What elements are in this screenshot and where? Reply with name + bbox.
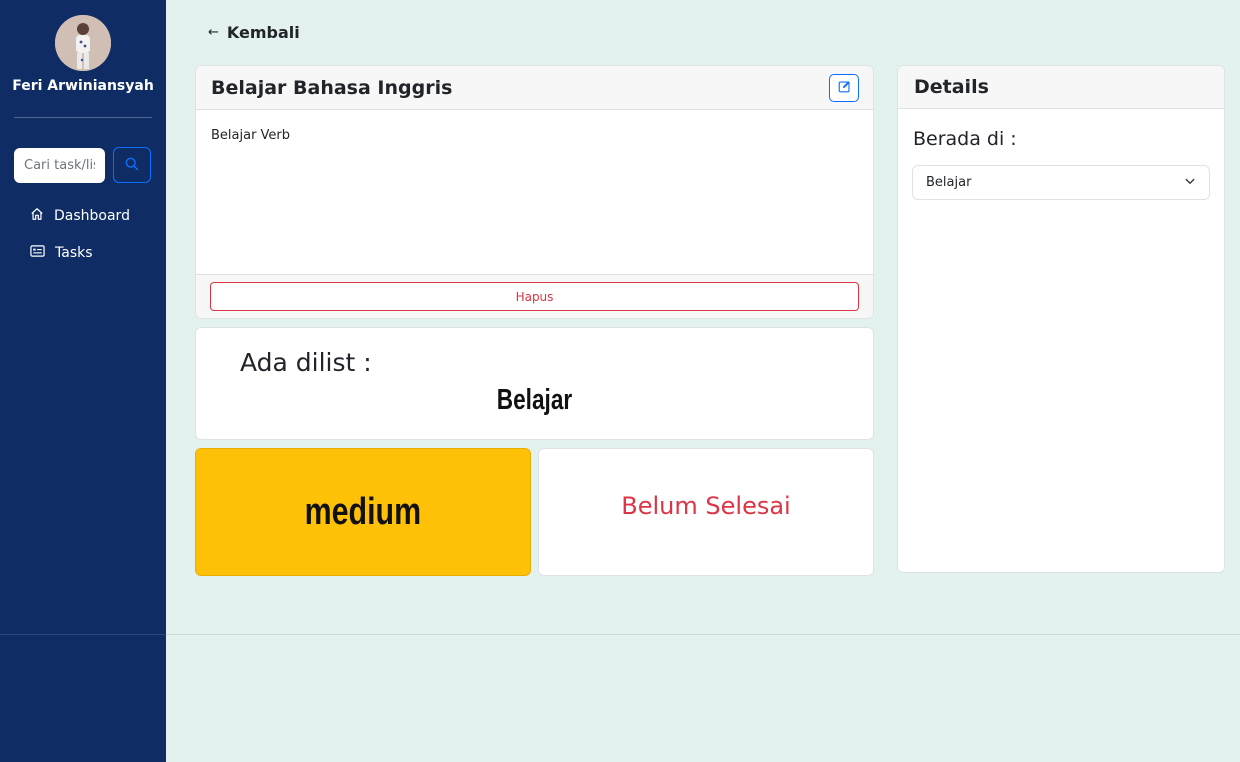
- arrow-left-icon: ←: [208, 24, 219, 40]
- status-card: Belum Selesai: [538, 448, 874, 576]
- search-icon: [125, 157, 139, 174]
- sidebar: Feri Arwiniansyah Dashboard Tasks: [0, 0, 166, 762]
- sidebar-item-label: Tasks: [55, 245, 93, 261]
- tasks-icon: [30, 244, 45, 262]
- list-name: Belajar: [496, 384, 573, 416]
- search-button[interactable]: [113, 147, 151, 183]
- details-header: Details: [898, 66, 1224, 109]
- username: Feri Arwiniansyah: [12, 78, 154, 94]
- home-icon: [30, 207, 44, 225]
- sidebar-item-dashboard[interactable]: Dashboard: [30, 206, 130, 226]
- located-label: Berada di :: [913, 128, 1017, 150]
- avatar: [55, 15, 111, 71]
- chevron-down-icon: [1184, 175, 1196, 191]
- edit-task-button[interactable]: [829, 73, 859, 102]
- list-select-value: Belajar: [926, 175, 972, 190]
- task-card: Belajar Bahasa Inggris Belajar Verb Hapu…: [195, 65, 874, 319]
- list-info-card: Ada dilist : Belajar: [195, 327, 874, 440]
- edit-icon: [838, 80, 851, 96]
- status-value: Belum Selesai: [621, 492, 791, 520]
- list-label: Ada dilist :: [240, 348, 372, 377]
- task-card-header: Belajar Bahasa Inggris: [196, 66, 873, 110]
- task-card-footer: Hapus: [196, 274, 873, 318]
- delete-button[interactable]: Hapus: [210, 282, 859, 311]
- list-select[interactable]: Belajar: [912, 165, 1210, 200]
- sidebar-footer-divider: [0, 634, 166, 635]
- footer-divider: [166, 634, 1240, 635]
- details-title: Details: [914, 76, 989, 98]
- search-input[interactable]: [14, 148, 105, 183]
- sidebar-item-label: Dashboard: [54, 208, 130, 224]
- priority-card: medium: [195, 448, 531, 576]
- task-title: Belajar Bahasa Inggris: [211, 76, 453, 99]
- details-card: Details Berada di : Belajar: [897, 65, 1225, 573]
- sidebar-item-tasks[interactable]: Tasks: [30, 243, 93, 263]
- back-link[interactable]: ← Kembali: [208, 20, 300, 44]
- priority-value: medium: [304, 490, 422, 533]
- back-label: Kembali: [226, 22, 300, 42]
- task-description: Belajar Verb: [211, 128, 291, 143]
- sidebar-divider: [14, 117, 152, 118]
